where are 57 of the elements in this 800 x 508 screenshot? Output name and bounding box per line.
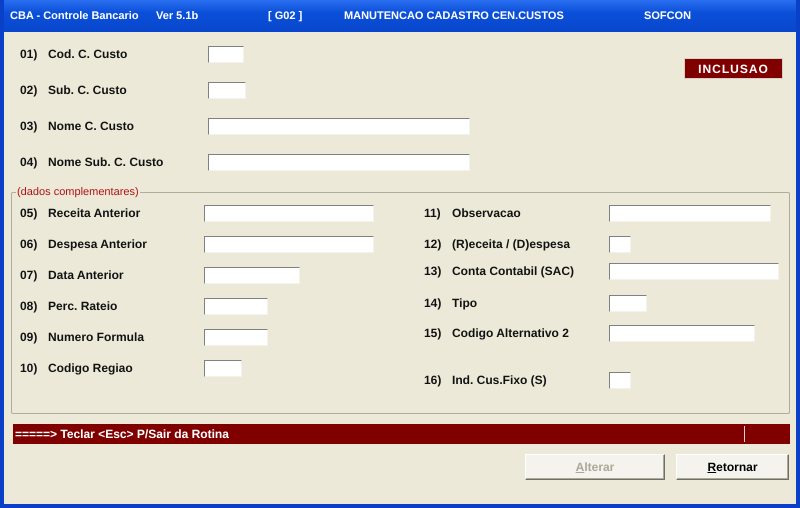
field-label: Codigo Regiao [48, 361, 134, 375]
field-label: Cod. C. Custo [48, 47, 128, 61]
field-label: Perc. Rateio [48, 299, 118, 313]
field-label: Nome C. Custo [48, 119, 136, 133]
input-field[interactable] [208, 46, 244, 62]
field-number: 04) [20, 155, 38, 169]
input-field[interactable] [204, 360, 242, 376]
status-message: =====> Teclar <Esc> P/Sair da Rotina [15, 427, 229, 441]
field-number: 07) [20, 268, 38, 282]
field-number: 10) [20, 361, 38, 375]
field-label: Nome Sub. C. Custo [48, 155, 164, 169]
field-label: Sub. C. Custo [48, 83, 128, 97]
field-number: 01) [20, 47, 38, 61]
field-number: 15) [424, 326, 442, 340]
section-title: (dados complementares) [16, 186, 140, 198]
window-title: [ G02 ] [268, 10, 304, 22]
field-label: Receita Anterior [48, 206, 142, 220]
input-field[interactable] [609, 372, 631, 388]
field-number: 09) [20, 330, 38, 344]
input-field[interactable] [204, 298, 268, 314]
field-number: 05) [20, 206, 38, 220]
input-field[interactable] [208, 154, 470, 170]
field-label: Conta Contabil (SAC) [452, 264, 575, 278]
field-label: Data Anterior [48, 268, 125, 282]
window-title: SOFCON [644, 10, 692, 22]
input-field[interactable] [204, 328, 268, 346]
input-field[interactable] [609, 324, 755, 342]
input-field[interactable] [609, 236, 631, 252]
field-number: 11) [424, 206, 442, 220]
field-label: (R)eceita / (D)espesa [452, 237, 572, 251]
field-label: Tipo [452, 296, 478, 310]
input-field[interactable] [609, 262, 779, 280]
field-label: Despesa Anterior [48, 237, 148, 251]
field-number: 06) [20, 237, 38, 251]
input-field[interactable] [204, 204, 374, 222]
input-field[interactable] [208, 118, 470, 134]
field-number: 02) [20, 83, 38, 97]
field-label: Ind. Cus.Fixo (S) [452, 373, 548, 387]
retornar-button[interactable]: Retornar [676, 454, 789, 480]
input-field[interactable] [204, 236, 374, 252]
field-number: 14) [424, 296, 442, 310]
field-number: 13) [424, 264, 442, 278]
field-number: 08) [20, 299, 38, 313]
field-number: 12) [424, 237, 442, 251]
field-label: Numero Formula [48, 330, 146, 344]
field-number: 16) [424, 373, 442, 387]
window-title: MANUTENCAO CADASTRO CEN.CUSTOS [344, 10, 565, 22]
input-field[interactable] [204, 266, 300, 284]
field-number: 03) [20, 119, 38, 133]
field-label: Codigo Alternativo 2 [452, 326, 570, 340]
window-title: Ver 5.1b [156, 10, 200, 22]
input-field[interactable] [609, 294, 647, 312]
input-field[interactable] [609, 204, 771, 222]
mode-badge: INCLUSAO [684, 58, 783, 79]
window-title: CBA - Controle Bancario [10, 10, 140, 22]
field-label: Observacao [452, 206, 522, 220]
input-field[interactable] [208, 82, 246, 98]
